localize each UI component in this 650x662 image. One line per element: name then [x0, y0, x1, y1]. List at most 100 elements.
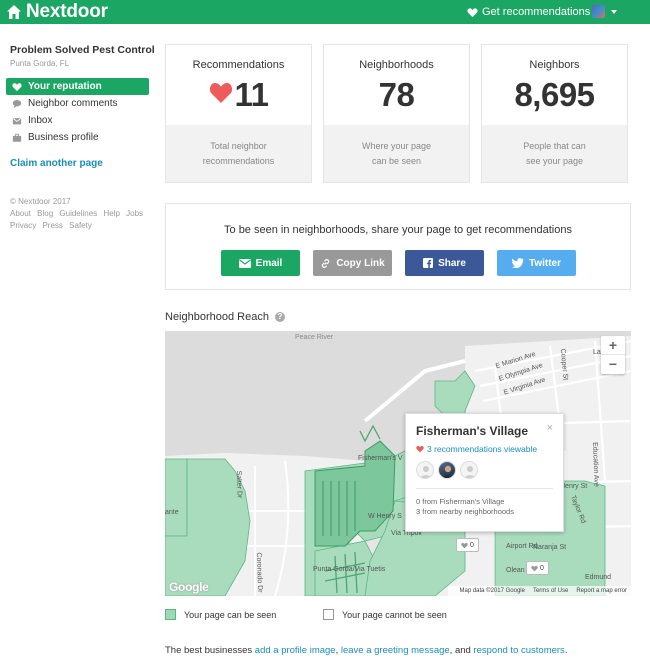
- stat-card-neighborhoods: Neighborhoods 78 Where your page can be …: [323, 44, 470, 183]
- tips-text: The best businesses add a profile image,…: [165, 645, 567, 656]
- sidebar-item-business-profile[interactable]: Business profile: [6, 129, 149, 146]
- link-icon: [322, 258, 330, 268]
- footer-link-help[interactable]: Help: [103, 209, 119, 218]
- report-map-error-link[interactable]: Report a map error: [576, 588, 627, 594]
- comment-icon: [12, 99, 22, 108]
- google-logo: Google: [169, 580, 209, 594]
- map-label-edmund: Edmund: [585, 574, 612, 581]
- map-label-punta: Punta Gorda/Via Tuetis: [313, 566, 386, 573]
- twitter-button[interactable]: Twitter: [497, 250, 576, 276]
- map-label-peace-river: Peace River: [295, 334, 334, 341]
- zoom-out-button[interactable]: −: [601, 355, 625, 374]
- avatar: [592, 5, 605, 18]
- share-panel: To be seen in neighborhoods, share your …: [165, 203, 631, 290]
- popup-info: 0 from Fisherman's Village 3 from nearby…: [416, 497, 514, 517]
- stat-label: Neighborhoods: [359, 59, 434, 71]
- get-recommendations-link[interactable]: Get recommendations: [467, 4, 590, 20]
- sidebar-item-label: Inbox: [28, 115, 53, 126]
- map-data-text: Map data ©2017 Google: [459, 588, 525, 594]
- popup-recommendations-label: 3 recommendations viewable: [427, 444, 538, 454]
- copyright: © Nextdoor 2017: [10, 197, 71, 206]
- stat-caption: Where your page can be seen: [324, 125, 469, 182]
- map-label-henry: W Henry S: [368, 513, 402, 520]
- nextdoor-logo[interactable]: Nextdoor: [6, 1, 108, 22]
- footer-link-privacy[interactable]: Privacy: [10, 221, 36, 230]
- house-icon: [7, 5, 21, 19]
- stat-caption-line: recommendations: [202, 156, 275, 166]
- recommender-avatars: [416, 461, 482, 479]
- popup-title: Fisherman's Village: [416, 424, 529, 438]
- tips-prefix: The best businesses: [165, 645, 255, 656]
- facebook-icon: [423, 258, 434, 268]
- facebook-share-button-label: Share: [438, 257, 466, 269]
- envelope-icon: [238, 258, 251, 268]
- user-menu[interactable]: [592, 5, 617, 18]
- respond-to-customers-link[interactable]: respond to customers: [473, 645, 564, 656]
- add-profile-image-link[interactable]: add a profile image: [255, 645, 336, 656]
- email-button[interactable]: Email: [221, 250, 300, 276]
- terms-of-use-link[interactable]: Terms of Use: [533, 588, 568, 594]
- sidebar-item-label: Neighbor comments: [28, 98, 118, 109]
- footer-link-guidelines[interactable]: Guidelines: [59, 209, 97, 218]
- avatar[interactable]: [438, 461, 456, 479]
- stat-caption-line: People that can: [523, 141, 586, 151]
- footer-link-press[interactable]: Press: [42, 221, 62, 230]
- neighbors-count: 8,695: [514, 76, 595, 113]
- avatar[interactable]: [460, 461, 478, 479]
- footer-link-about[interactable]: About: [10, 209, 31, 218]
- section-title: Neighborhood Reach: [165, 311, 269, 323]
- help-icon[interactable]: ?: [274, 312, 285, 322]
- close-icon[interactable]: ×: [547, 422, 553, 434]
- stat-card-neighbors: Neighbors 8,695 People that can see your…: [481, 44, 628, 183]
- popup-recommendations-link[interactable]: 3 recommendations viewable: [416, 444, 537, 454]
- sidebar-item-neighbor-comments[interactable]: Neighbor comments: [6, 95, 149, 112]
- legend-label: Your page cannot be seen: [342, 609, 447, 620]
- briefcase-icon: [12, 133, 22, 142]
- footer-link-jobs[interactable]: Jobs: [126, 209, 143, 218]
- claim-another-page-link[interactable]: Claim another page: [10, 158, 103, 169]
- neighborhood-popup: Fisherman's Village × 3 recommendations …: [405, 413, 564, 532]
- map-attribution: Map data ©2017 Google Terms of Use Repor…: [447, 586, 631, 596]
- stat-caption-line: can be seen: [371, 156, 422, 166]
- map-label-coronado: Coronado Dr: [254, 552, 264, 593]
- sidebar-item-inbox[interactable]: Inbox: [6, 112, 149, 129]
- heart-icon: [467, 7, 478, 17]
- stat-card-recommendations: Recommendations 11 Total neighbor recomm…: [165, 44, 312, 183]
- footer-link-safety[interactable]: Safety: [69, 221, 92, 230]
- footer-links: About Blog Guidelines Help Jobs: [10, 208, 155, 220]
- copy-link-button[interactable]: Copy Link: [313, 250, 392, 276]
- from-nearby-count: 3 from nearby neighborhoods: [416, 507, 514, 516]
- map-pin[interactable]: 0: [526, 561, 549, 575]
- heart-icon: [461, 542, 468, 548]
- footer-link-blog[interactable]: Blog: [37, 209, 53, 218]
- twitter-icon: [511, 258, 524, 268]
- neighborhoods-count: 78: [378, 76, 415, 113]
- stat-caption-line: see your page: [525, 156, 584, 166]
- top-nav-bar: Nextdoor Get recommendations: [0, 0, 650, 24]
- leave-greeting-message-link[interactable]: leave a greeting message: [341, 645, 450, 656]
- stat-caption: Total neighbor recommendations: [166, 125, 311, 182]
- chevron-down-icon: [611, 9, 617, 14]
- email-button-label: Email: [255, 257, 283, 269]
- twitter-button-label: Twitter: [528, 257, 562, 269]
- sidebar-item-label: Business profile: [28, 132, 99, 143]
- sidebar-item-your-reputation[interactable]: Your reputation: [6, 78, 149, 95]
- recommendations-count: 11: [234, 76, 269, 113]
- legend-item-seen: Your page can be seen: [165, 609, 276, 620]
- zoom-in-button[interactable]: +: [601, 336, 625, 355]
- stat-caption-line: Where your page: [361, 141, 432, 151]
- stat-caption-line: Total neighbor: [210, 141, 267, 151]
- sidebar-item-label: Your reputation: [28, 81, 102, 92]
- business-name: Problem Solved Pest Control: [10, 44, 155, 56]
- facebook-share-button[interactable]: Share: [405, 250, 484, 276]
- sidebar-nav: Your reputation Neighbor comments Inbox …: [6, 78, 149, 146]
- heart-icon: [531, 565, 538, 571]
- map-pin[interactable]: 0: [456, 538, 479, 552]
- legend-item-not-seen: Your page cannot be seen: [323, 609, 447, 620]
- avatar[interactable]: [416, 461, 434, 479]
- stat-label: Neighbors: [529, 59, 580, 71]
- share-title: To be seen in neighborhoods, share your …: [224, 224, 572, 236]
- sidebar-footer: © Nextdoor 2017 About Blog Guidelines He…: [10, 196, 155, 232]
- stat-label: Recommendations: [192, 59, 285, 71]
- pin-count: 0: [470, 541, 474, 549]
